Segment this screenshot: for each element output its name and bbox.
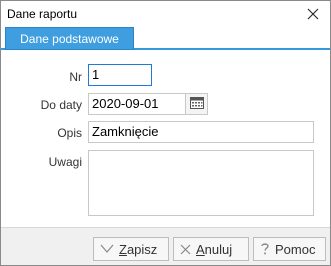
save-label-rest: apisz (126, 241, 158, 257)
calendar-icon (189, 96, 204, 112)
cancel-button[interactable]: Anuluj (173, 237, 249, 261)
cross-icon (180, 244, 191, 255)
uwagi-label: Uwagi (48, 155, 82, 169)
uwagi-textarea[interactable] (88, 150, 314, 216)
close-icon (307, 8, 319, 20)
opis-field[interactable]: Zamknięcie (88, 121, 314, 143)
nr-value: 1 (92, 67, 100, 82)
do-daty-label: Do daty (40, 98, 82, 112)
nr-field[interactable]: 1 (88, 64, 152, 86)
save-mnemonic: Z (119, 241, 127, 257)
form-panel: Nr 1 Do daty 2020-09-01 Opis Zamknięcie … (1, 50, 330, 227)
tab-strip: Dane podstawowe (1, 27, 330, 50)
title-bar[interactable]: Dane raportu (1, 1, 330, 27)
help-label: Pomoc (275, 241, 316, 257)
opis-label: Opis (57, 126, 82, 140)
close-button[interactable] (296, 1, 330, 27)
dialog-window: Dane raportu Dane podstawowe Nr 1 Do dat… (0, 0, 331, 266)
opis-value: Zamknięcie (92, 124, 159, 139)
do-daty-field[interactable]: 2020-09-01 (88, 93, 186, 115)
nr-label: Nr (69, 70, 82, 84)
question-icon (260, 242, 270, 256)
window-title: Dane raportu (7, 7, 78, 21)
checkmark-icon (100, 244, 114, 254)
save-button[interactable]: Zapisz (93, 237, 169, 261)
button-bar: Zapisz Anuluj Pomoc (1, 227, 330, 265)
do-daty-value: 2020-09-01 (92, 96, 159, 111)
tab-dane-podstawowe[interactable]: Dane podstawowe (5, 27, 134, 50)
cancel-label-rest: nuluj (204, 241, 233, 257)
date-picker-button[interactable] (185, 93, 208, 115)
help-button[interactable]: Pomoc (253, 237, 326, 261)
cancel-mnemonic: A (196, 241, 205, 257)
tab-label: Dane podstawowe (20, 31, 119, 46)
